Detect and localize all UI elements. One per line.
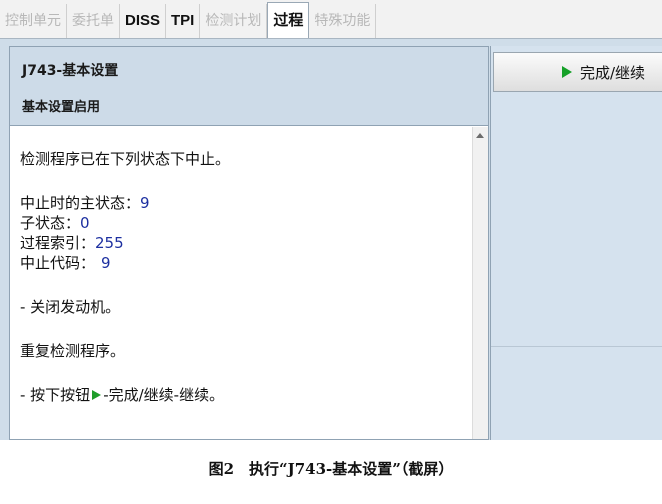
message-text-area: 检测程序已在下列状态下中止。 中止时的主状态：9 子状态：0 过程索引：255 … bbox=[10, 127, 472, 439]
sub-state-label: 子状态： bbox=[20, 214, 81, 232]
sub-state-value: 0 bbox=[80, 214, 90, 232]
action-pane: 完成/继续 bbox=[490, 46, 662, 440]
play-arrow-icon bbox=[92, 390, 102, 400]
abort-code-label: 中止代码： bbox=[20, 254, 96, 272]
tab-process[interactable]: 过程 bbox=[267, 2, 310, 38]
tab-test-plan: 检测计划 bbox=[200, 4, 268, 38]
test-step-pane: J743-基本设置 基本设置启用 检测程序已在下列状态下中止。 中止时的主状态：… bbox=[9, 46, 489, 440]
instruction-press-button: - 按下按钮 -完成/继续-继续。 bbox=[20, 385, 472, 405]
tab-special-functions: 特殊功能 bbox=[309, 4, 377, 38]
sub-state-line: 子状态：0 bbox=[20, 213, 472, 233]
instruction-suffix: -完成/继续-继续。 bbox=[103, 386, 225, 404]
step-subtitle: 基本设置启用 bbox=[22, 100, 101, 115]
tab-diss[interactable]: DISS bbox=[120, 4, 167, 38]
process-index-label: 过程索引： bbox=[20, 234, 96, 252]
main-state-line: 中止时的主状态：9 bbox=[20, 193, 472, 213]
process-index-line: 过程索引：255 bbox=[20, 233, 472, 253]
finish-continue-button[interactable]: 完成/继续 bbox=[493, 52, 662, 92]
process-index-value: 255 bbox=[95, 234, 124, 252]
instruction-repeat-test: 重复检测程序。 bbox=[20, 342, 126, 360]
figure-caption: 图2 执行“J743-基本设置”（截屏） bbox=[208, 460, 454, 478]
finish-continue-label: 完成/继续 bbox=[580, 63, 646, 82]
step-header: J743-基本设置 基本设置启用 bbox=[10, 47, 488, 126]
tab-bar: 控制单元 委托单 DISS TPI 检测计划 过程 特殊功能 bbox=[0, 0, 662, 39]
vertical-scrollbar[interactable] bbox=[472, 127, 488, 439]
instruction-prefix: - 按下按钮 bbox=[20, 386, 91, 404]
main-state-label: 中止时的主状态： bbox=[20, 194, 141, 212]
tab-work-order: 委托单 bbox=[67, 4, 120, 38]
main-state-value: 9 bbox=[140, 194, 150, 212]
abort-code-line: 中止代码： 9 bbox=[20, 253, 472, 273]
play-arrow-icon bbox=[562, 66, 572, 78]
diagnostic-app-window: 控制单元 委托单 DISS TPI 检测计划 过程 特殊功能 J743-基本设置… bbox=[0, 0, 662, 440]
tab-tpi[interactable]: TPI bbox=[166, 4, 201, 38]
instruction-turn-off-engine: - 关闭发动机。 bbox=[20, 298, 121, 316]
pane-divider bbox=[491, 346, 662, 347]
tab-control-unit: 控制单元 bbox=[0, 4, 67, 38]
scroll-up-arrow-icon[interactable] bbox=[476, 133, 484, 138]
abort-code-value: 9 bbox=[101, 254, 111, 272]
step-title: J743-基本设置 bbox=[22, 63, 119, 79]
abort-message: 检测程序已在下列状态下中止。 bbox=[20, 150, 231, 168]
